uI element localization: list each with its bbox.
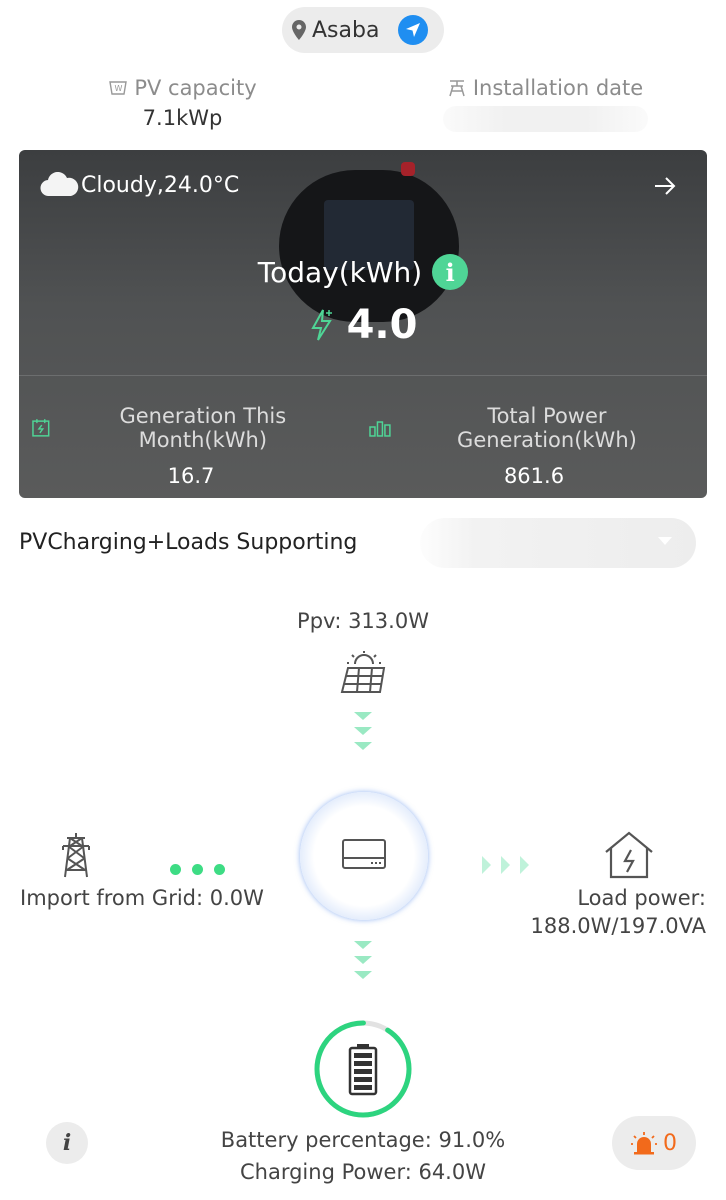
weather-text: Cloudy,24.0°C: [81, 172, 240, 198]
installation-date-redacted: [442, 106, 648, 132]
installation-date-label: Installation date: [472, 76, 644, 100]
load-power-label: Load power: 188.0W/197.0VA: [531, 884, 706, 940]
inverter-node[interactable]: [300, 792, 428, 920]
pv-capacity-label: PV capacity: [134, 76, 257, 100]
today-generation-header: Today(kWh) i: [19, 254, 707, 290]
pv-flow-arrows: [354, 712, 372, 757]
generation-card[interactable]: Cloudy,24.0°C Today(kWh) i 4.0 Generatio…: [19, 150, 707, 498]
location-selector[interactable]: Asaba: [282, 7, 444, 53]
location-city: Asaba: [312, 17, 380, 43]
grid-flow-dots: [170, 860, 236, 879]
month-value: 16.7: [167, 464, 215, 488]
info-icon: i: [62, 1130, 72, 1156]
month-label: Generation This Month(kWh): [119, 404, 287, 452]
load-power-value: 188.0W/197.0VA: [530, 914, 706, 938]
navigate-button[interactable]: [398, 15, 428, 45]
info-icon[interactable]: i: [432, 254, 469, 290]
alarm-button[interactable]: 0: [612, 1116, 696, 1170]
battery-gauge[interactable]: [312, 1018, 414, 1120]
today-generation: 4.0: [19, 302, 707, 348]
inverter-photo: [279, 162, 459, 322]
pv-power-label: Ppv: 313.0W: [297, 609, 429, 633]
bar-chart-icon: [369, 421, 391, 437]
month-generation-stat: Generation This Month(kWh) 16.7: [31, 404, 351, 488]
load-flow-arrows: [482, 856, 539, 878]
pv-capacity-stat: W PV capacity 7.1kWp: [100, 76, 265, 130]
solar-panel-icon: [340, 651, 386, 693]
lightning-icon: [310, 309, 332, 341]
battery-flow-arrows: [354, 941, 372, 986]
today-value: 4.0: [346, 302, 418, 348]
load-power-title: Load power:: [577, 886, 706, 910]
svg-text:W: W: [115, 84, 123, 93]
alarm-siren-icon: [631, 1132, 657, 1155]
operating-mode: PVCharging+Loads Supporting: [19, 530, 358, 555]
arrow-right-icon[interactable]: [653, 176, 677, 196]
grid-import-label: Import from Grid: 0.0W: [20, 886, 264, 910]
total-label: Total Power Generation(kWh): [457, 404, 637, 452]
alarm-count: 0: [663, 1130, 677, 1156]
installation-date-stat: Installation date: [440, 76, 650, 132]
pv-capacity-icon: W: [109, 81, 128, 95]
inverter-icon: [342, 839, 386, 869]
total-value: 861.6: [503, 464, 565, 488]
navigation-arrow-icon: [406, 23, 420, 37]
power-tower-icon: [62, 833, 90, 878]
location-pin-icon: [292, 20, 306, 40]
calendar-battery-icon: [32, 419, 50, 437]
pv-capacity-value: 7.1kWp: [142, 106, 223, 130]
today-label: Today(kWh): [257, 255, 423, 289]
cloud-icon: [40, 172, 79, 197]
device-selector-redacted[interactable]: [420, 518, 696, 568]
home-load-icon: [605, 831, 653, 879]
charging-power-label: Charging Power: 64.0W: [240, 1160, 486, 1184]
installation-icon: [449, 80, 465, 97]
chevron-down-icon: [658, 537, 672, 545]
info-button[interactable]: i: [46, 1122, 88, 1164]
weather-info: Cloudy,24.0°C: [39, 172, 239, 198]
total-generation-stat: Total Power Generation(kWh) 861.6: [369, 404, 699, 488]
